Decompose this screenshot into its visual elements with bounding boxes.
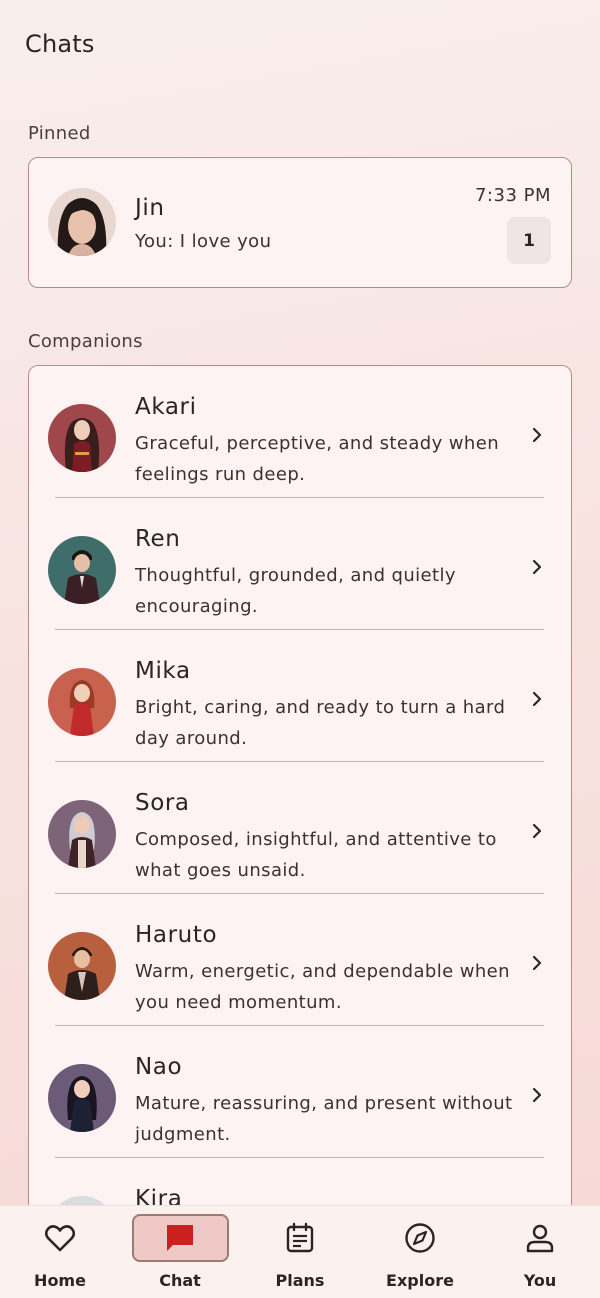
companion-description: Bright, caring, and ready to turn a hard… [135, 697, 506, 749]
calendar-icon [286, 1222, 314, 1253]
companion-item-ren[interactable]: Ren Thoughtful, grounded, and quietly en… [29, 498, 570, 630]
chevron-right-icon [532, 1087, 542, 1103]
companion-description: Composed, insightful, and attentive to w… [135, 829, 497, 881]
compass-icon [405, 1223, 435, 1253]
jin-avatar [48, 188, 116, 256]
nav-label: Chat [159, 1271, 201, 1290]
nav-icon-container [492, 1214, 589, 1262]
person-icon [526, 1224, 554, 1253]
chevron-right-icon [532, 559, 542, 575]
chevron-right-icon [532, 427, 542, 443]
companion-description: Thoughtful, grounded, and quietly encour… [135, 565, 456, 617]
mika-avatar [48, 668, 116, 736]
nav-item-plans[interactable]: Plans [240, 1206, 360, 1298]
companion-description: Warm, energetic, and dependable when you… [135, 961, 510, 1013]
ren-avatar [48, 536, 116, 604]
companions-section-label: Companions [28, 331, 143, 352]
page-title: Chats [25, 30, 95, 58]
bottom-navigation-bar: Home Chat Plans Explore You [0, 1205, 600, 1298]
pinned-chat-name: Jin [135, 195, 165, 221]
pinned-chat-time: 7:33 PM [474, 185, 551, 206]
sora-avatar [48, 800, 116, 868]
pinned-chat-card[interactable]: Jin You: I love you 7:33 PM 1 [28, 157, 572, 288]
nav-label: Home [34, 1271, 86, 1290]
nav-icon-container [12, 1214, 109, 1262]
nav-item-explore[interactable]: Explore [360, 1206, 480, 1298]
companion-item-haruto[interactable]: Haruto Warm, energetic, and dependable w… [29, 894, 570, 1026]
companions-list: Akari Graceful, perceptive, and steady w… [28, 365, 572, 1225]
haruto-avatar [48, 932, 116, 1000]
companion-description: Mature, reassuring, and present without … [135, 1093, 513, 1145]
nav-label: Plans [275, 1271, 325, 1290]
companion-item-nao[interactable]: Nao Mature, reassuring, and present with… [29, 1026, 570, 1158]
chevron-right-icon [532, 823, 542, 839]
companion-description: Graceful, perceptive, and steady when fe… [135, 433, 500, 485]
nav-icon-container [372, 1214, 469, 1262]
pinned-chat-last-message: You: I love you [135, 231, 272, 252]
companion-name: Ren [135, 526, 181, 552]
chevron-right-icon [532, 691, 542, 707]
chevron-right-icon [532, 955, 542, 971]
companion-item-mika[interactable]: Mika Bright, caring, and ready to turn a… [29, 630, 570, 762]
nav-label: Explore [386, 1271, 454, 1290]
heart-icon [44, 1225, 76, 1252]
companion-name: Sora [135, 790, 190, 816]
nav-icon-container [252, 1214, 349, 1262]
nao-avatar [48, 1064, 116, 1132]
companion-item-sora[interactable]: Sora Composed, insightful, and attentive… [29, 762, 570, 894]
companion-name: Haruto [135, 922, 218, 948]
companion-name: Akari [135, 394, 197, 420]
chat-bubble-icon [167, 1225, 193, 1251]
nav-label: You [523, 1271, 557, 1290]
akari-avatar [48, 404, 116, 472]
companion-name: Mika [135, 658, 191, 684]
nav-item-you[interactable]: You [480, 1206, 600, 1298]
pinned-section-label: Pinned [28, 123, 91, 144]
nav-item-home[interactable]: Home [0, 1206, 120, 1298]
companion-item-akari[interactable]: Akari Graceful, perceptive, and steady w… [29, 366, 570, 498]
nav-item-chat[interactable]: Chat [120, 1206, 240, 1298]
companion-name: Nao [135, 1054, 183, 1080]
unread-count-badge: 1 [507, 217, 551, 264]
nav-icon-container-active [131, 1214, 229, 1262]
